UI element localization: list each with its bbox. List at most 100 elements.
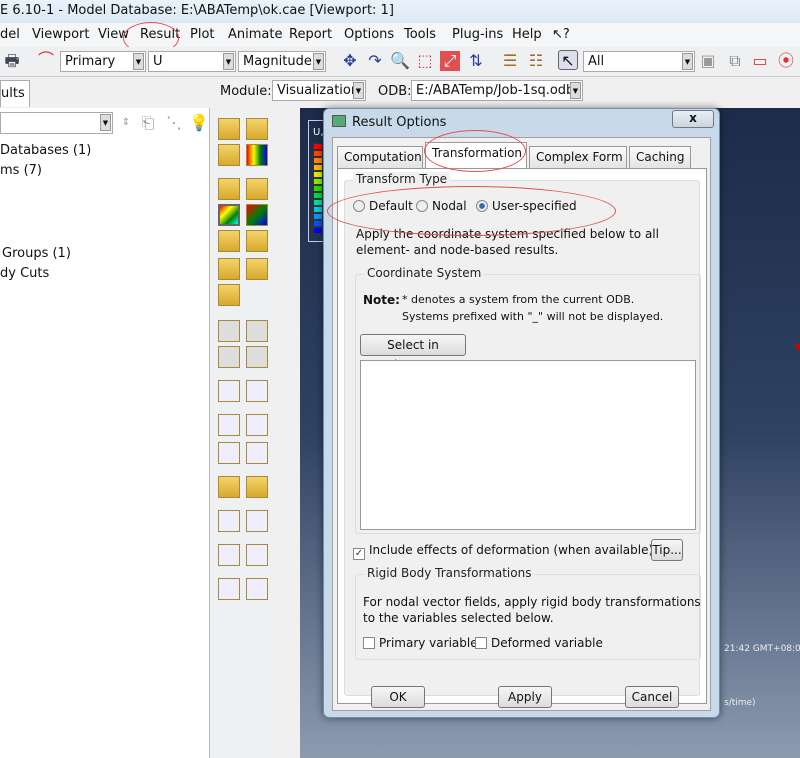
animate-time-icon[interactable] — [246, 320, 268, 342]
primary-variable-checkbox[interactable]: Primary variable — [363, 636, 478, 650]
deformed-plot-icon[interactable] — [246, 178, 268, 200]
undeformed-plot-icon[interactable] — [218, 178, 240, 200]
contour-options-icon[interactable] — [246, 204, 268, 226]
symbol-options-icon[interactable] — [246, 230, 268, 252]
menu-help[interactable]: Help — [512, 27, 542, 42]
group-legend: Coordinate System — [364, 266, 485, 280]
radio-nodal[interactable]: Nodal — [416, 199, 467, 213]
selection-filter-combo[interactable]: All ▼ — [583, 51, 695, 72]
pan-icon[interactable]: ✥ — [340, 51, 360, 71]
menu-model[interactable]: del — [0, 27, 20, 42]
ladder-perspective-icon[interactable]: ☷ — [526, 51, 546, 71]
menu-options[interactable]: Options — [344, 27, 394, 42]
tree-item[interactable]: Groups (1) — [2, 246, 71, 261]
tree-filter-combo[interactable]: ▼ — [0, 112, 113, 134]
replace-manager-icon[interactable] — [246, 578, 268, 600]
select-arrow-icon[interactable]: ↖ — [558, 50, 578, 70]
material-orientation-icon[interactable] — [218, 258, 240, 280]
tab-transformation[interactable]: Transformation — [425, 142, 527, 169]
tree-item[interactable]: ms (7) — [0, 163, 42, 178]
orientation-options-icon[interactable] — [246, 258, 268, 280]
menu-viewport[interactable]: Viewport — [32, 27, 90, 42]
free-body-manager-icon[interactable] — [246, 544, 268, 566]
menu-report[interactable]: Report — [289, 27, 332, 42]
cancel-button[interactable]: Cancel — [625, 686, 679, 708]
view-cut-manager-icon[interactable] — [246, 380, 268, 402]
include-deformation-checkbox[interactable]: ✓ Include effects of deformation (when av… — [353, 543, 653, 560]
tip-button[interactable]: Tip... — [651, 539, 683, 561]
menu-tools[interactable]: Tools — [404, 27, 436, 42]
tree-item[interactable]: Databases (1) — [0, 143, 91, 158]
replace-icon[interactable] — [218, 578, 240, 600]
numbering-stack-icon[interactable] — [246, 118, 268, 140]
lightbulb-icon[interactable]: 💡 — [189, 113, 209, 133]
step-field-combo[interactable]: Primary ▼ — [60, 51, 146, 72]
animation-options-icon[interactable] — [246, 346, 268, 368]
tree-item[interactable]: dy Cuts — [0, 266, 49, 281]
field-output-icon[interactable]: ⌒ — [36, 50, 56, 70]
legend-swatch — [313, 192, 323, 199]
ok-button[interactable]: OK — [371, 686, 425, 708]
zoom-icon[interactable]: 🔍 — [390, 51, 410, 71]
menu-animate[interactable]: Animate — [228, 27, 282, 42]
view-cut-icon[interactable] — [218, 380, 240, 402]
rect-select-icon[interactable]: ▭ — [750, 51, 770, 71]
select-in-viewport-button[interactable]: Select in viewport — [360, 334, 466, 372]
xy-plot-icon[interactable] — [246, 442, 268, 464]
animate-harmonic-icon[interactable] — [218, 346, 240, 368]
animate-scale-icon[interactable] — [218, 320, 240, 342]
deformed-variable-checkbox[interactable]: Deformed variable — [475, 636, 603, 650]
transform-type-group: Transform Type Default Nodal User-specif… — [344, 172, 701, 696]
contour-plot-icon[interactable] — [218, 204, 240, 226]
node-select-icon[interactable]: ⦿ — [776, 51, 796, 71]
symbol-plot-icon[interactable] — [218, 230, 240, 252]
radio-default[interactable]: Default — [353, 199, 413, 213]
xy-data-manager-icon[interactable] — [246, 414, 268, 436]
description-text: For nodal vector fields, apply rigid bod… — [363, 595, 701, 609]
tab-caching[interactable]: Caching — [629, 146, 691, 168]
folder-up-icon[interactable]: ⎗ — [138, 113, 158, 133]
apply-button[interactable]: Apply — [498, 686, 552, 708]
close-button[interactable]: x — [672, 110, 714, 128]
free-body-icon[interactable] — [218, 544, 240, 566]
layers-icon[interactable]: ▣ — [698, 51, 718, 71]
menu-plot[interactable]: Plot — [190, 27, 215, 42]
ladder-icon[interactable]: ☰ — [500, 51, 520, 71]
legend-swatch — [313, 227, 323, 234]
allow-multiple-plot-icon[interactable] — [218, 284, 240, 306]
note-label: Note: — [363, 293, 400, 307]
tree-icon[interactable]: ⋱ — [164, 113, 184, 133]
result-options-dialog: Result Options x Computation Transformat… — [323, 108, 720, 718]
legend-options-icon[interactable] — [246, 144, 268, 166]
menu-result[interactable]: Result — [140, 27, 180, 42]
note-text: * denotes a system from the current ODB. — [402, 293, 635, 306]
module-combo[interactable]: Visualization ▼ — [272, 80, 366, 101]
numbering-icon[interactable] — [218, 118, 240, 140]
legend-swatch — [313, 171, 323, 178]
display-group-manager-icon[interactable] — [246, 510, 268, 532]
path-icon[interactable] — [218, 442, 240, 464]
create-xy-data-icon[interactable] — [218, 414, 240, 436]
up-down-arrows-icon[interactable]: ⇕ — [116, 113, 136, 133]
menu-view[interactable]: View — [98, 27, 129, 42]
box-zoom-icon[interactable]: ⬚ — [415, 51, 435, 71]
box-select-icon[interactable]: ⧉ — [725, 51, 745, 71]
component-combo[interactable]: Magnitude ▼ — [238, 51, 326, 72]
section-icon[interactable] — [218, 144, 240, 166]
rotate-icon[interactable]: ↷ — [365, 51, 385, 71]
tab-results[interactable]: ults — [0, 80, 30, 107]
stream-icon[interactable] — [218, 476, 240, 498]
variable-combo[interactable]: U ▼ — [148, 51, 236, 72]
tab-complex-form[interactable]: Complex Form — [529, 146, 627, 168]
print-icon[interactable]: 🖶 — [2, 51, 22, 71]
radio-user-specified[interactable]: User-specified — [476, 199, 577, 213]
display-group-icon[interactable] — [218, 510, 240, 532]
cycle-views-icon[interactable]: ⇅ — [466, 51, 486, 71]
tab-computation[interactable]: Computation — [337, 146, 423, 168]
context-help-icon[interactable]: ↖? — [552, 27, 570, 42]
coordinate-system-list[interactable] — [360, 360, 696, 530]
odb-combo[interactable]: E:/ABATemp/Job-1sq.odb ▼ — [411, 80, 583, 101]
auto-fit-icon[interactable]: ⤢ — [440, 51, 460, 71]
stream-manager-icon[interactable] — [246, 476, 268, 498]
menu-plugins[interactable]: Plug-ins — [452, 27, 503, 42]
